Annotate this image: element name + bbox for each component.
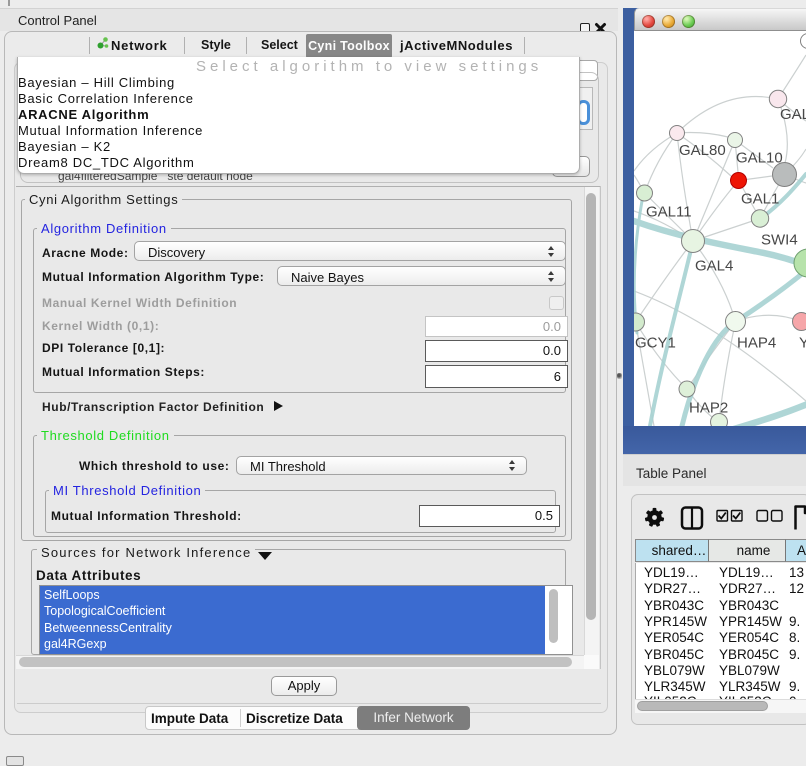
svg-text:GAL1: GAL1 — [741, 191, 779, 208]
svg-text:Y: Y — [799, 335, 806, 352]
svg-text:GAL2: GAL2 — [780, 106, 806, 123]
svg-text:GAL11: GAL11 — [646, 204, 692, 221]
svg-text:SWI4: SWI4 — [761, 232, 798, 249]
svg-text:HAP4: HAP4 — [737, 335, 776, 352]
svg-text:GAL4: GAL4 — [695, 258, 733, 275]
svg-text:GCY1: GCY1 — [635, 335, 676, 352]
svg-text:HAP2: HAP2 — [689, 400, 728, 417]
svg-text:GAL10: GAL10 — [736, 150, 783, 167]
svg-text:GAL80: GAL80 — [679, 142, 726, 159]
